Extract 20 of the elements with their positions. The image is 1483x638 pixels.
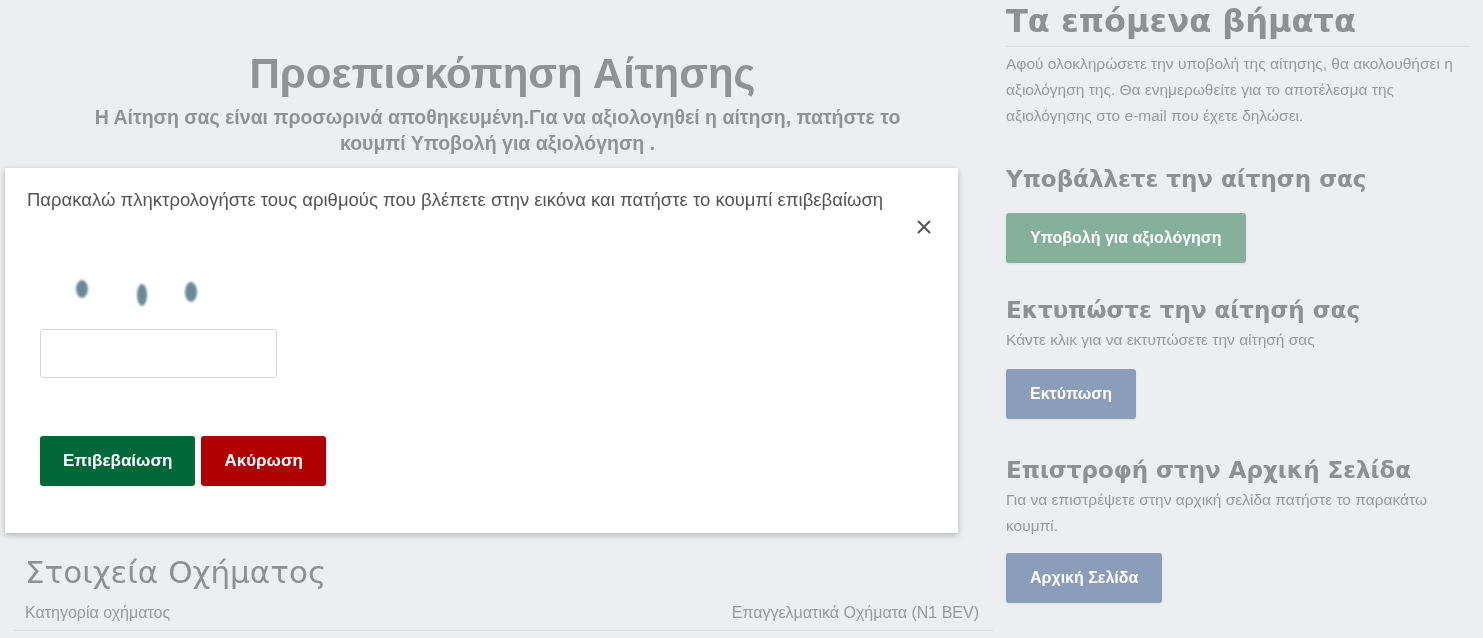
- home-button[interactable]: Αρχική Σελίδα: [1006, 553, 1163, 603]
- print-button[interactable]: Εκτύπωση: [1006, 369, 1137, 419]
- section-text: Κάντε κλικ για να εκτυπώσετε την αίτησή σας: [1006, 330, 1315, 350]
- section-title: Υποβάλλετε την αίτηση σας: [1006, 165, 1367, 194]
- panel-title: Τα επόμενα βήματα: [1006, 0, 1470, 47]
- section-title: Εκτυπώστε την αίτησή σας: [1006, 296, 1361, 325]
- section-text: Για να επιστρέψετε στην αρχική σελίδα πατήστε το παρακάτω κουμπί.: [1006, 490, 1428, 536]
- confirm-button[interactable]: Επιβεβαίωση: [40, 436, 196, 486]
- section-title: Στοιχεία Οχήματος: [25, 553, 328, 592]
- field-label: Κατηγορία οχήματος: [25, 604, 171, 622]
- section-title: Επιστροφή στην Αρχική Σελίδα: [1006, 456, 1412, 485]
- dialog-message: Παρακαλώ πληκτρολογήστε τους αριθμούς που βλέπετε στην εικόνα και πατήστε το κουμπί επιβεβαίωση: [27, 188, 885, 212]
- info-text: Αφού ολοκληρώσετε την υποβολή της αίτησης, θα ακολουθήσει η αξιολόγηση της. Θα ενημερωθείτε για το αποτέλεσμα της αξιολόγησης στο e-mail που έχετε δηλώσει.: [1006, 54, 1454, 126]
- captcha-input[interactable]: [40, 329, 277, 378]
- page-title: Προεπισκόπηση Αίτησης: [248, 50, 757, 98]
- submit-button[interactable]: Υποβολή για αξιολόγηση: [1006, 213, 1246, 263]
- field-value: Επαγγελματικά Οχήματα (N1 BEV): [731, 604, 979, 622]
- cancel-button[interactable]: Ακύρωση: [201, 436, 326, 486]
- save-notice: Η Αίτηση σας είναι προσωρινά αποθηκευμένη.Για να αξιολογηθεί η αίτηση, πατήστε το κουμπί Υποβολή για αξιολόγηση .: [93, 105, 902, 156]
- close-icon[interactable]: [916, 219, 932, 235]
